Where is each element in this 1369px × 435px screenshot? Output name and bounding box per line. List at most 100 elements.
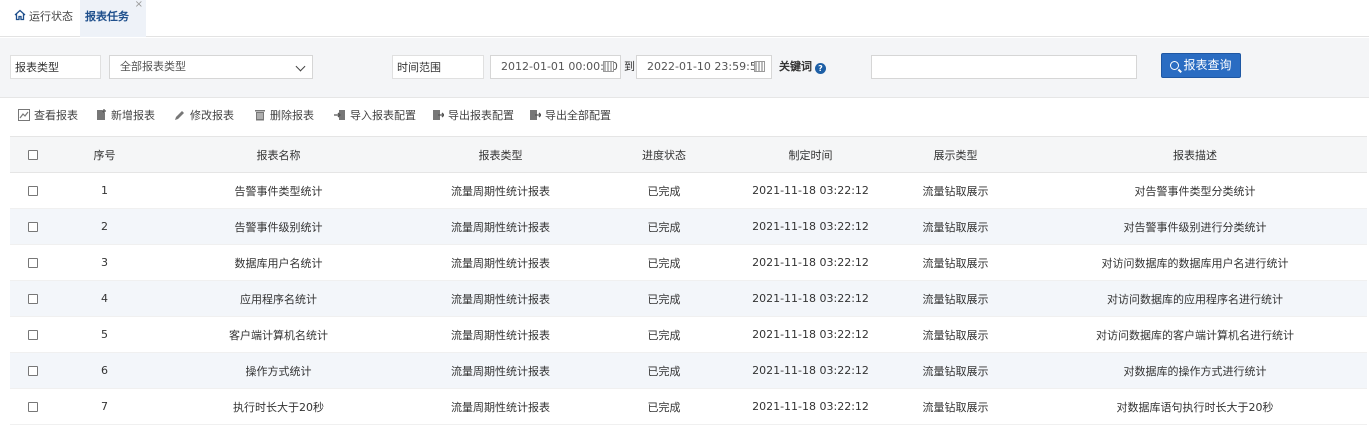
cell-status: 已完成 xyxy=(595,280,733,317)
add-report-button[interactable]: 新增报表 xyxy=(95,106,155,128)
tab-close-icon[interactable]: × xyxy=(135,0,143,22)
cell-display-type: 流量钻取展示 xyxy=(888,172,1023,209)
action-toolbar: 查看报表 新增报表 修改报表 删除报表 导入报表配置 导出报表配置 导出全部配置 xyxy=(0,106,1369,128)
table-row[interactable]: 1 告警事件类型统计 流量周期性统计报表 已完成 2021-11-18 03:2… xyxy=(10,172,1367,209)
select-all-checkbox[interactable] xyxy=(28,150,38,160)
delete-report-button[interactable]: 删除报表 xyxy=(254,106,314,128)
column-header[interactable]: 报表名称 xyxy=(151,136,406,173)
row-select-cell xyxy=(10,172,58,209)
cell-description: 对访问数据库的数据库用户名进行统计 xyxy=(1023,244,1367,281)
row-select-cell xyxy=(10,208,58,245)
cell-report-type: 流量周期性统计报表 xyxy=(406,388,595,425)
keyword-input[interactable] xyxy=(871,55,1137,79)
cell-created-time: 2021-11-18 03:22:12 xyxy=(733,280,888,317)
column-header[interactable]: 进度状态 xyxy=(595,136,733,173)
report-type-select[interactable]: 全部报表类型 xyxy=(109,55,313,79)
report-table-wrapper: 序号 报表名称 报表类型 进度状态 制定时间 展示类型 报表描述 1 告警事件类… xyxy=(10,136,1367,425)
row-checkbox[interactable] xyxy=(28,186,38,196)
import-config-button[interactable]: 导入报表配置 xyxy=(334,106,416,128)
row-select-cell xyxy=(10,244,58,281)
report-type-value: 全部报表类型 xyxy=(120,60,186,73)
row-checkbox[interactable] xyxy=(28,330,38,340)
tab-bar: 运行状态 报表任务 × xyxy=(0,0,1369,37)
cell-created-time: 2021-11-18 03:22:12 xyxy=(733,316,888,353)
start-time-input[interactable]: 2012-01-01 00:00:00 xyxy=(490,55,621,79)
table-row[interactable]: 4 应用程序名统计 流量周期性统计报表 已完成 2021-11-18 03:22… xyxy=(10,280,1367,317)
cell-report-name: 告警事件类型统计 xyxy=(151,172,406,209)
row-checkbox[interactable] xyxy=(28,222,38,232)
table-row[interactable]: 3 数据库用户名统计 流量周期性统计报表 已完成 2021-11-18 03:2… xyxy=(10,244,1367,281)
cell-report-name: 告警事件级别统计 xyxy=(151,208,406,245)
cell-display-type: 流量钻取展示 xyxy=(888,352,1023,389)
row-select-cell xyxy=(10,316,58,353)
keyword-label-wrap: 关键词? xyxy=(775,55,865,79)
select-all-cell xyxy=(10,136,58,173)
tab-report-tasks[interactable]: 报表任务 × xyxy=(80,0,146,37)
cell-report-type: 流量周期性统计报表 xyxy=(406,172,595,209)
cell-report-name: 客户端计算机名统计 xyxy=(151,316,406,353)
cell-index: 4 xyxy=(58,280,151,317)
view-report-button[interactable]: 查看报表 xyxy=(18,106,78,128)
tab-report-tasks-label: 报表任务 xyxy=(85,10,129,23)
cell-display-type: 流量钻取展示 xyxy=(888,280,1023,317)
cell-display-type: 流量钻取展示 xyxy=(888,208,1023,245)
table-row[interactable]: 7 执行时长大于20秒 流量周期性统计报表 已完成 2021-11-18 03:… xyxy=(10,388,1367,425)
cell-description: 对数据库的操作方式进行统计 xyxy=(1023,352,1367,389)
cell-description: 对访问数据库的客户端计算机名进行统计 xyxy=(1023,316,1367,353)
home-icon xyxy=(14,9,26,21)
time-range-label: 时间范围 xyxy=(392,55,484,79)
cell-status: 已完成 xyxy=(595,316,733,353)
table-row[interactable]: 5 客户端计算机名统计 流量周期性统计报表 已完成 2021-11-18 03:… xyxy=(10,316,1367,353)
row-checkbox[interactable] xyxy=(28,402,38,412)
column-header[interactable]: 制定时间 xyxy=(733,136,888,173)
tab-home[interactable]: 运行状态 xyxy=(14,0,73,37)
calendar-icon xyxy=(603,61,614,72)
to-text: 到 xyxy=(624,60,635,73)
cell-report-type: 流量周期性统计报表 xyxy=(406,208,595,245)
add-report-label: 新增报表 xyxy=(111,109,155,122)
tab-home-label: 运行状态 xyxy=(29,10,73,23)
edit-report-button[interactable]: 修改报表 xyxy=(174,106,234,128)
column-header[interactable]: 展示类型 xyxy=(888,136,1023,173)
cell-index: 7 xyxy=(58,388,151,425)
cell-description: 对告警事件级别进行分类统计 xyxy=(1023,208,1367,245)
import-icon xyxy=(334,110,345,120)
cell-display-type: 流量钻取展示 xyxy=(888,388,1023,425)
cell-report-name: 应用程序名统计 xyxy=(151,280,406,317)
column-header[interactable]: 报表类型 xyxy=(406,136,595,173)
cell-index: 6 xyxy=(58,352,151,389)
export-config-label: 导出报表配置 xyxy=(448,109,514,122)
row-checkbox[interactable] xyxy=(28,258,38,268)
view-report-label: 查看报表 xyxy=(34,109,78,122)
row-checkbox[interactable] xyxy=(28,366,38,376)
cell-status: 已完成 xyxy=(595,208,733,245)
trash-icon xyxy=(255,110,265,121)
report-query-button[interactable]: 报表查询 xyxy=(1161,53,1241,78)
cell-created-time: 2021-11-18 03:22:12 xyxy=(733,172,888,209)
export-all-config-button[interactable]: 导出全部配置 xyxy=(529,106,611,128)
pencil-icon xyxy=(175,111,184,120)
row-checkbox[interactable] xyxy=(28,294,38,304)
export-icon xyxy=(433,110,444,120)
import-config-label: 导入报表配置 xyxy=(350,109,416,122)
cell-index: 3 xyxy=(58,244,151,281)
export-config-button[interactable]: 导出报表配置 xyxy=(432,106,514,128)
export-all-config-label: 导出全部配置 xyxy=(545,109,611,122)
cell-index: 1 xyxy=(58,172,151,209)
table-header-row: 序号 报表名称 报表类型 进度状态 制定时间 展示类型 报表描述 xyxy=(10,136,1367,173)
help-icon[interactable]: ? xyxy=(815,63,826,74)
search-icon xyxy=(1170,61,1180,70)
end-time-value: 2022-01-10 23:59:59 xyxy=(647,60,764,73)
table-row[interactable]: 2 告警事件级别统计 流量周期性统计报表 已完成 2021-11-18 03:2… xyxy=(10,208,1367,245)
cell-report-type: 流量周期性统计报表 xyxy=(406,244,595,281)
filter-panel: 报表类型 全部报表类型 时间范围 2012-01-01 00:00:00 到 2… xyxy=(0,38,1369,98)
start-time-value: 2012-01-01 00:00:00 xyxy=(501,60,618,73)
column-header[interactable]: 序号 xyxy=(58,136,151,173)
column-header[interactable]: 报表描述 xyxy=(1023,136,1367,173)
cell-report-name: 执行时长大于20秒 xyxy=(151,388,406,425)
cell-display-type: 流量钻取展示 xyxy=(888,244,1023,281)
end-time-input[interactable]: 2022-01-10 23:59:59 xyxy=(636,55,772,79)
table-row[interactable]: 6 操作方式统计 流量周期性统计报表 已完成 2021-11-18 03:22:… xyxy=(10,352,1367,389)
cell-status: 已完成 xyxy=(595,352,733,389)
report-type-label: 报表类型 xyxy=(10,55,101,79)
